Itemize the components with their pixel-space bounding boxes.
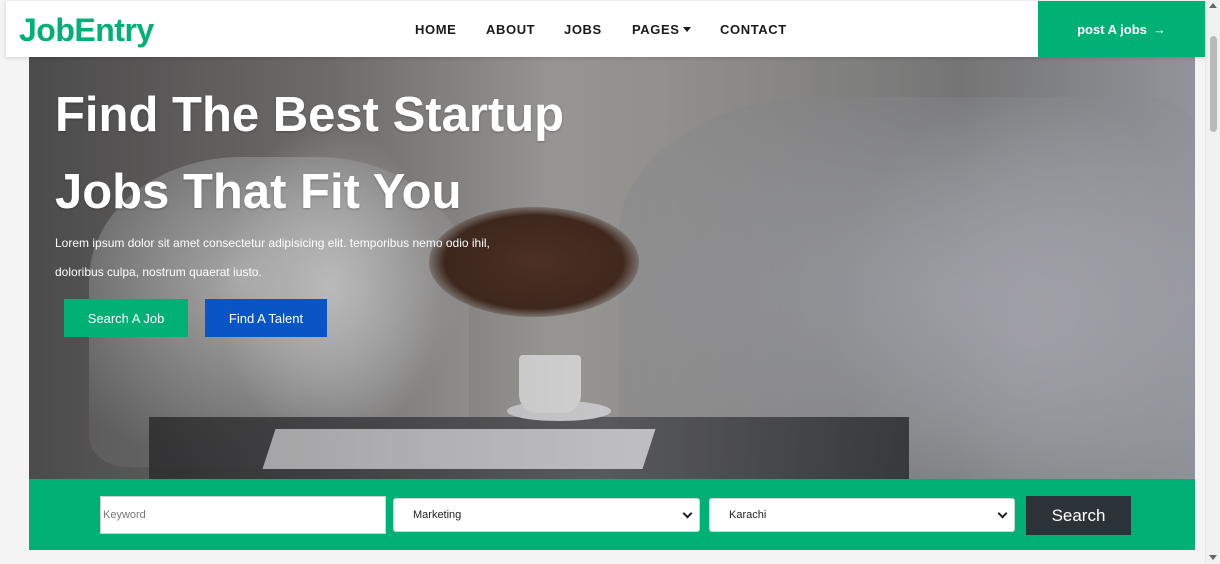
main-nav: HOME ABOUT JOBS PAGES CONTACT <box>6 1 1205 57</box>
nav-about[interactable]: ABOUT <box>486 22 535 37</box>
hero-title-line2: Jobs That Fit You <box>55 165 462 219</box>
scrollbar-thumb[interactable] <box>1210 36 1217 132</box>
scroll-up-icon[interactable] <box>1209 3 1217 8</box>
location-select-value: Karachi <box>729 509 767 521</box>
nav-jobs[interactable]: JOBS <box>564 22 602 37</box>
category-select[interactable]: Marketing <box>393 498 700 532</box>
scroll-down-icon[interactable] <box>1209 555 1217 560</box>
keyword-input[interactable] <box>100 496 386 534</box>
search-button[interactable]: Search <box>1026 496 1131 535</box>
hero-title-line1: Find The Best Startup <box>55 88 565 142</box>
page: JobEntry HOME ABOUT JOBS PAGES CONTACT p… <box>0 0 1220 564</box>
nav-pages-label: PAGES <box>632 22 680 37</box>
nav-pages-dropdown[interactable]: PAGES <box>632 22 691 37</box>
hero-description: Lorem ipsum dolor sit amet consectetur a… <box>55 236 490 279</box>
nav-contact[interactable]: CONTACT <box>720 22 787 37</box>
navbar: JobEntry HOME ABOUT JOBS PAGES CONTACT p… <box>6 1 1205 57</box>
location-select[interactable]: Karachi <box>709 498 1015 532</box>
post-job-button[interactable]: post A jobs → <box>1038 1 1205 57</box>
find-talent-button[interactable]: Find A Talent <box>205 299 327 337</box>
nav-home[interactable]: HOME <box>415 22 456 37</box>
search-bar: Marketing Karachi Search <box>29 479 1195 550</box>
hero-title: Find The Best Startup Jobs That Fit You <box>55 77 655 231</box>
category-select-value: Marketing <box>413 509 462 521</box>
chevron-down-icon <box>682 508 693 519</box>
caret-down-icon <box>682 27 691 32</box>
search-job-button[interactable]: Search A Job <box>64 299 188 337</box>
arrow-right-icon: → <box>1152 21 1166 37</box>
post-job-label: post A jobs <box>1077 21 1147 37</box>
hero-section: Find The Best Startup Jobs That Fit You … <box>29 57 1195 479</box>
chevron-down-icon <box>997 508 1008 519</box>
page-scrollbar[interactable] <box>1205 0 1220 564</box>
